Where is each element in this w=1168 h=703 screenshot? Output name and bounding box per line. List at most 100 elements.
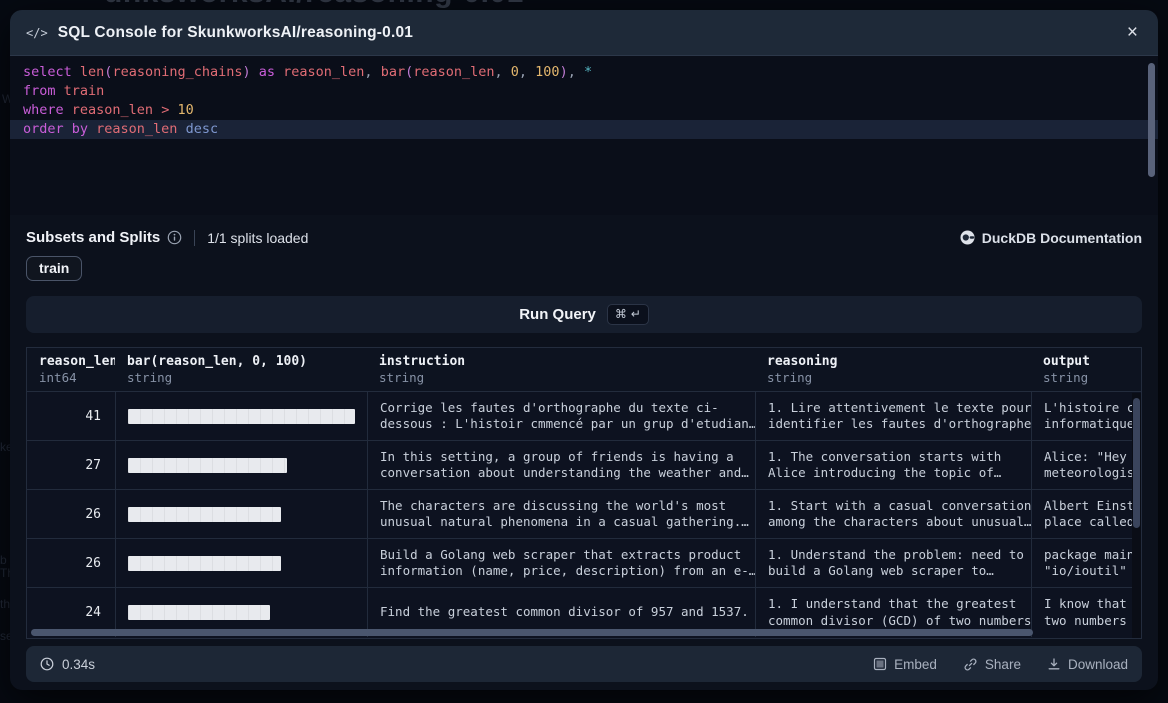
table-vertical-scrollbar[interactable] [1133, 398, 1140, 528]
sql-token: , [495, 64, 511, 80]
sql-token: where [23, 102, 72, 118]
column-type: string [1043, 370, 1129, 385]
table-row[interactable]: 26 The characters are discussing the worl… [27, 490, 1141, 539]
cell-reason-len: 26 [27, 490, 115, 538]
column-type: int64 [39, 370, 103, 385]
sql-token: select [23, 64, 80, 80]
clock-icon [40, 657, 54, 671]
sql-editor[interactable]: select len(reasoning_chains) as reason_l… [10, 56, 1158, 215]
subsets-label: Subsets and Splits [26, 229, 160, 246]
sql-token: , [519, 64, 535, 80]
cell-output: I know that t two numbers i [1031, 588, 1141, 637]
table-row[interactable]: 27In this setting, a group of friends is… [27, 441, 1141, 490]
download-button[interactable]: Download [1047, 657, 1128, 672]
sql-token: len [80, 64, 104, 80]
sql-token: from [23, 83, 64, 99]
modal-footer: 0.34s Embed Share Download [26, 646, 1142, 682]
duckdb-icon [960, 230, 975, 245]
share-label: Share [985, 657, 1021, 672]
cell-bar [115, 392, 367, 440]
sql-line[interactable]: from train [10, 82, 1158, 101]
sql-token: bar [381, 64, 405, 80]
column-name: reasoning [767, 354, 1019, 369]
table-horizontal-scrollbar[interactable] [31, 629, 1033, 636]
table-header: reason_lenint64bar(reason_len, 0, 100)st… [27, 348, 1141, 392]
column-name: reason_len [39, 354, 103, 369]
cell-instruction: The characters are discussing the world'… [367, 490, 755, 538]
column-type: string [379, 370, 743, 385]
sql-token: , [568, 64, 584, 80]
column-header-bar-reason-len-0-100-[interactable]: bar(reason_len, 0, 100)string [115, 348, 367, 391]
sql-token: reason_len [96, 121, 177, 137]
duckdb-documentation-label: DuckDB Documentation [982, 230, 1142, 246]
cell-reason-len: 41 [27, 392, 115, 440]
download-label: Download [1068, 657, 1128, 672]
cell-output: package main "io/ioutil" " [1031, 539, 1141, 587]
cell-reasoning: 1. Start with a casual conversation amon… [755, 490, 1031, 538]
code-icon: </> [26, 26, 48, 40]
run-query-shortcut: ⌘ ↵ [607, 304, 649, 325]
share-button[interactable]: Share [963, 657, 1021, 672]
sql-token: 10 [177, 102, 193, 118]
cell-bar [115, 441, 367, 489]
sql-console-modal: </> SQL Console for SkunkworksAI/reasoni… [10, 10, 1158, 690]
info-icon[interactable] [167, 230, 182, 245]
run-query-label: Run Query [519, 306, 596, 323]
sql-token: reason_len [72, 102, 153, 118]
sql-token: * [584, 64, 592, 80]
cell-bar [115, 490, 367, 538]
sql-token: reason_len [413, 64, 494, 80]
column-type: string [127, 370, 355, 385]
sql-token: reason_len [283, 64, 364, 80]
cell-instruction: Corrige les fautes d'orthographe du text… [367, 392, 755, 440]
embed-button[interactable]: Embed [873, 657, 937, 672]
sql-token: train [64, 83, 105, 99]
table-row[interactable]: 26 Build a Golang web scraper that extrac… [27, 539, 1141, 588]
sql-token: 100 [535, 64, 559, 80]
column-header-output[interactable]: outputstring [1031, 348, 1141, 391]
bar-chart [128, 605, 270, 620]
column-header-reasoning[interactable]: reasoningstring [755, 348, 1031, 391]
sql-token: order by [23, 121, 96, 137]
sql-line[interactable]: select len(reasoning_chains) as reason_l… [10, 63, 1158, 82]
embed-icon [873, 657, 887, 671]
download-icon [1047, 657, 1061, 671]
background-text-fragment: b [0, 553, 7, 567]
sql-line[interactable]: order by reason_len desc [10, 120, 1158, 139]
embed-label: Embed [894, 657, 937, 672]
cell-reason-len: 26 [27, 539, 115, 587]
split-chip-train[interactable]: train [26, 256, 82, 281]
editor-scrollbar[interactable] [1148, 63, 1155, 177]
cell-reasoning: 1. Lire attentivement le texte pour iden… [755, 392, 1031, 440]
subsets-row: Subsets and Splits 1/1 splits loaded Duc… [26, 229, 1142, 246]
results-table: reason_lenint64bar(reason_len, 0, 100)st… [26, 347, 1142, 639]
column-header-reason-len[interactable]: reason_lenint64 [27, 348, 115, 391]
run-query-button[interactable]: Run Query ⌘ ↵ [26, 296, 1142, 333]
bar-chart [128, 556, 281, 571]
duckdb-documentation-link[interactable]: DuckDB Documentation [960, 230, 1142, 246]
cell-output: L'histoire co informatique [1031, 392, 1141, 440]
table-body: 41 Corrige les fautes d'orthographe du te… [27, 392, 1141, 637]
modal-header: </> SQL Console for SkunkworksAI/reasoni… [10, 10, 1158, 56]
query-duration: 0.34s [40, 657, 95, 672]
sql-token: reasoning_chains [112, 64, 242, 80]
cell-output: Alice: "Hey g meteorologist [1031, 441, 1141, 489]
cell-reasoning: 1. Understand the problem: need to build… [755, 539, 1031, 587]
sql-token: , [364, 64, 380, 80]
cell-bar [115, 539, 367, 587]
cell-reasoning: 1. The conversation starts with Alice in… [755, 441, 1031, 489]
column-name: instruction [379, 354, 743, 369]
sql-token: 0 [511, 64, 519, 80]
link-icon [963, 657, 978, 672]
cell-instruction: In this setting, a group of friends is h… [367, 441, 755, 489]
close-button[interactable]: × [1123, 21, 1142, 44]
table-row[interactable]: 41 Corrige les fautes d'orthographe du te… [27, 392, 1141, 441]
sql-line[interactable]: where reason_len > 10 [10, 101, 1158, 120]
cell-output: Albert Einste place called [1031, 490, 1141, 538]
sql-token: ) [242, 64, 250, 80]
background-page-title: unksworksAI/reasoning-0.01 [104, 0, 524, 10]
column-header-instruction[interactable]: instructionstring [367, 348, 755, 391]
splits-chips: train [26, 256, 1142, 281]
cell-instruction: Build a Golang web scraper that extracts… [367, 539, 755, 587]
column-type: string [767, 370, 1019, 385]
